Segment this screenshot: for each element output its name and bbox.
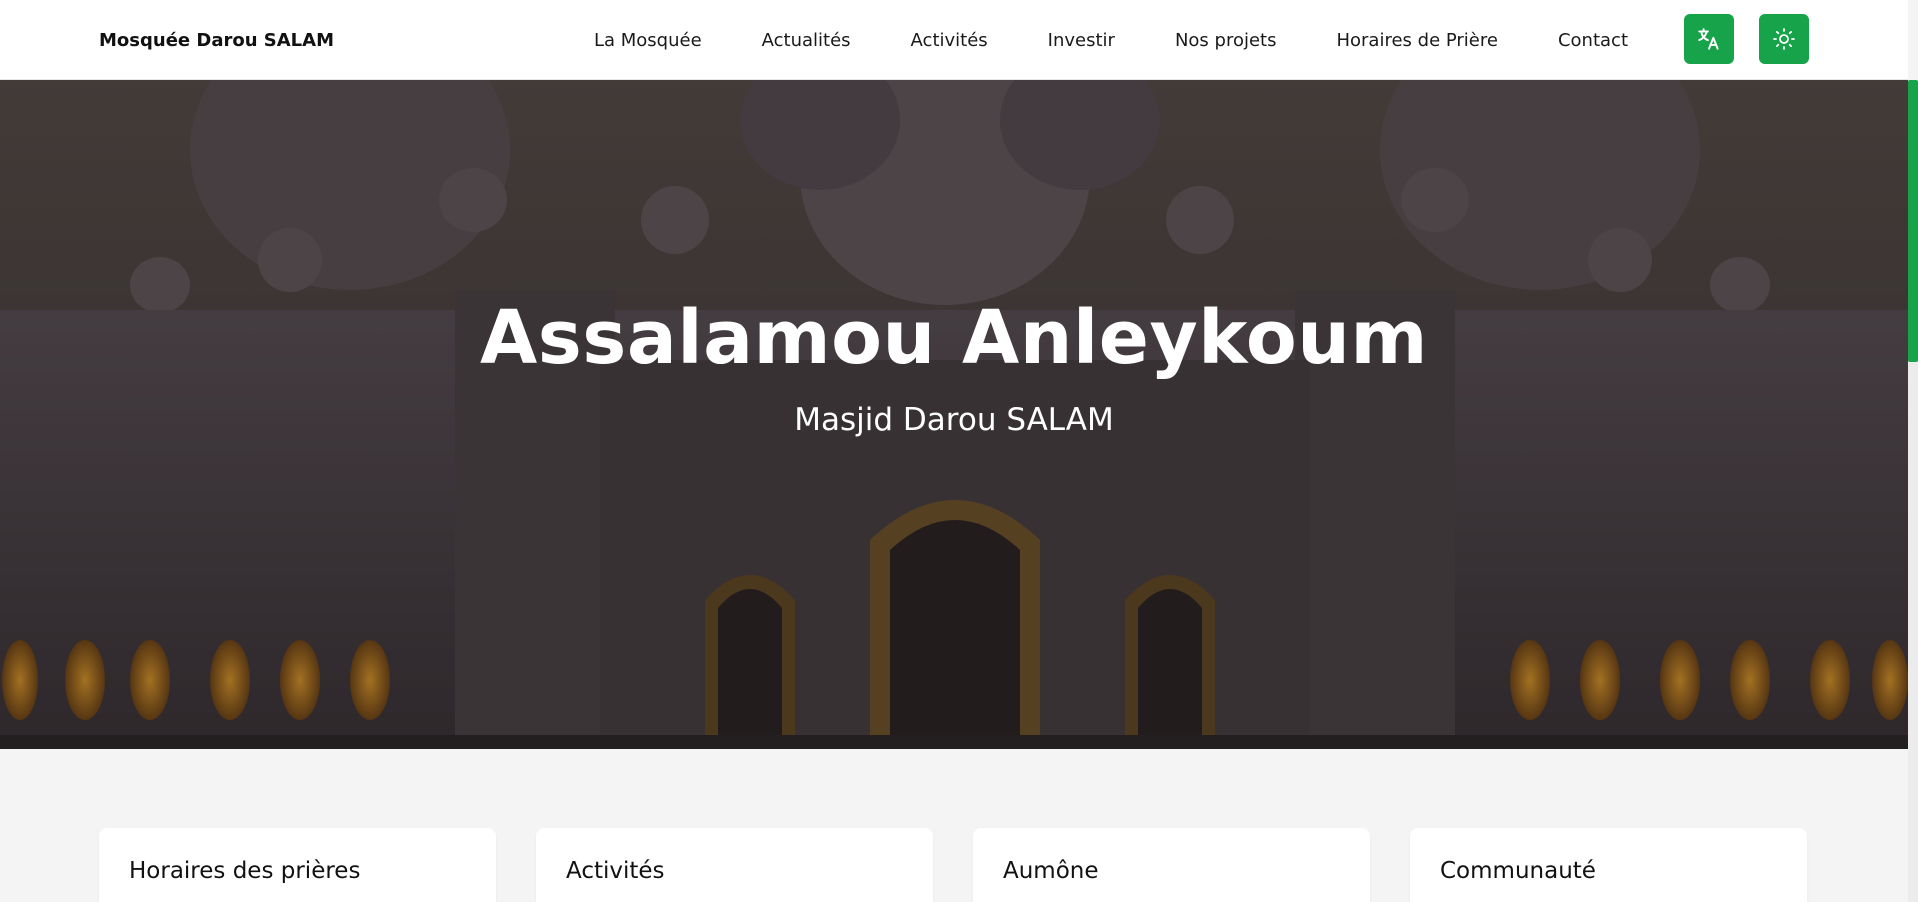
card-title: Activités xyxy=(566,858,665,884)
card-title: Aumône xyxy=(1003,858,1099,884)
nav-link-horaires-de-priere[interactable]: Horaires de Prière xyxy=(1336,30,1497,51)
card-title: Communauté xyxy=(1440,858,1596,884)
translate-button[interactable] xyxy=(1684,14,1734,64)
hero-banner: Assalamou Anleykoum Masjid Darou SALAM xyxy=(0,80,1908,749)
hero-title: Assalamou Anleykoum xyxy=(479,295,1429,381)
translate-icon xyxy=(1698,28,1719,50)
navbar: Mosquée Darou SALAM La Mosquée Actualité… xyxy=(0,0,1908,80)
card-communaute[interactable]: Communauté xyxy=(1410,828,1807,902)
scrollbar-thumb[interactable] xyxy=(1908,80,1918,362)
page: Mosquée Darou SALAM La Mosquée Actualité… xyxy=(0,0,1918,902)
nav-link-actualites[interactable]: Actualités xyxy=(762,30,851,51)
hero-subtitle: Masjid Darou SALAM xyxy=(794,402,1114,438)
card-horaires[interactable]: Horaires des prières xyxy=(99,828,496,902)
page-scrollbar[interactable] xyxy=(1908,80,1918,902)
card-title: Horaires des prières xyxy=(129,858,361,884)
sun-icon xyxy=(1773,28,1795,50)
brand-name[interactable]: Mosquée Darou SALAM xyxy=(99,0,334,80)
nav-link-activites[interactable]: Activités xyxy=(911,30,988,51)
nav-link-la-mosquee[interactable]: La Mosquée xyxy=(594,30,702,51)
nav-link-nos-projets[interactable]: Nos projets xyxy=(1175,30,1277,51)
nav-link-contact[interactable]: Contact xyxy=(1558,30,1628,51)
main-nav: La Mosquée Actualités Activités Investir… xyxy=(594,0,1628,80)
card-aumone[interactable]: Aumône xyxy=(973,828,1370,902)
theme-toggle-button[interactable] xyxy=(1759,14,1809,64)
nav-link-investir[interactable]: Investir xyxy=(1048,30,1115,51)
card-activites[interactable]: Activités xyxy=(536,828,933,902)
feature-cards: Horaires des prières Activités Aumône Co… xyxy=(99,828,1810,902)
